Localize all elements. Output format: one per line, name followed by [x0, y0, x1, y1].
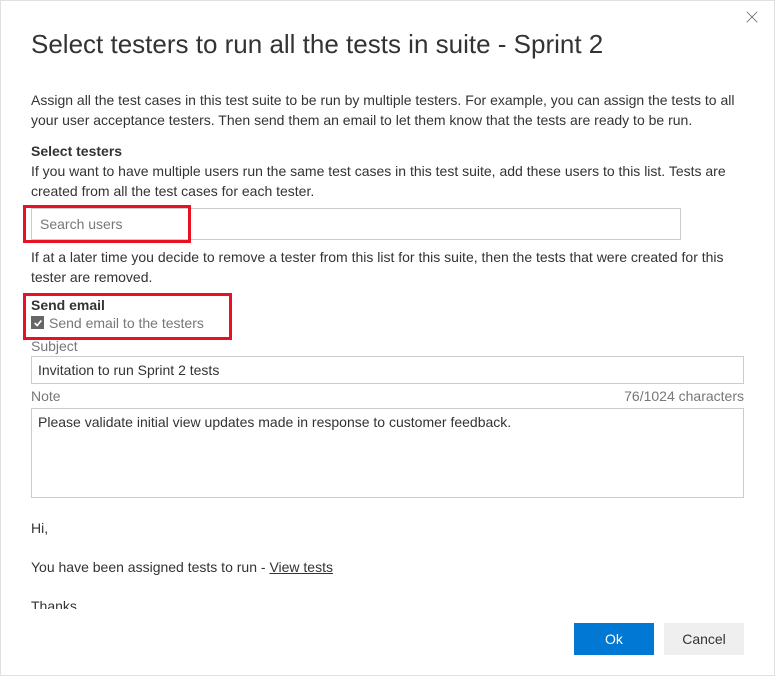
preview-line1: You have been assigned tests to run - Vi… — [31, 557, 744, 578]
close-button[interactable] — [745, 10, 759, 28]
search-wrapper — [31, 208, 744, 240]
subject-label: Subject — [31, 338, 744, 354]
select-testers-description: If you want to have multiple users run t… — [31, 161, 744, 202]
select-testers-dialog: Select testers to run all the tests in s… — [1, 1, 774, 675]
close-icon — [745, 11, 759, 28]
checkmark-icon — [33, 318, 43, 328]
removal-note: If at a later time you decide to remove … — [31, 247, 744, 288]
preview-thanks: Thanks — [31, 596, 744, 609]
cancel-button[interactable]: Cancel — [664, 623, 744, 655]
button-row: Ok Cancel — [31, 609, 744, 675]
char-count: 76/1024 characters — [624, 388, 744, 404]
note-textarea[interactable] — [31, 408, 744, 498]
select-testers-header: Select testers — [31, 143, 744, 159]
ok-button[interactable]: Ok — [574, 623, 654, 655]
preview-line1-prefix: You have been assigned tests to run - — [31, 559, 269, 575]
view-tests-link[interactable]: View tests — [269, 559, 333, 575]
dialog-title: Select testers to run all the tests in s… — [31, 29, 744, 60]
send-email-checkbox-row: Send email to the testers — [31, 315, 744, 331]
send-email-checkbox-label: Send email to the testers — [49, 315, 204, 331]
send-email-checkbox[interactable] — [31, 316, 44, 329]
preview-greeting: Hi, — [31, 518, 744, 539]
email-preview: Hi, You have been assigned tests to run … — [31, 518, 744, 609]
send-email-section: Send email Send email to the testers — [31, 297, 744, 338]
note-label-row: Note 76/1024 characters — [31, 388, 744, 406]
dialog-intro: Assign all the test cases in this test s… — [31, 90, 744, 131]
subject-input[interactable] — [31, 356, 744, 384]
note-label: Note — [31, 388, 61, 404]
search-users-input[interactable] — [31, 208, 681, 240]
send-email-header: Send email — [31, 297, 744, 313]
